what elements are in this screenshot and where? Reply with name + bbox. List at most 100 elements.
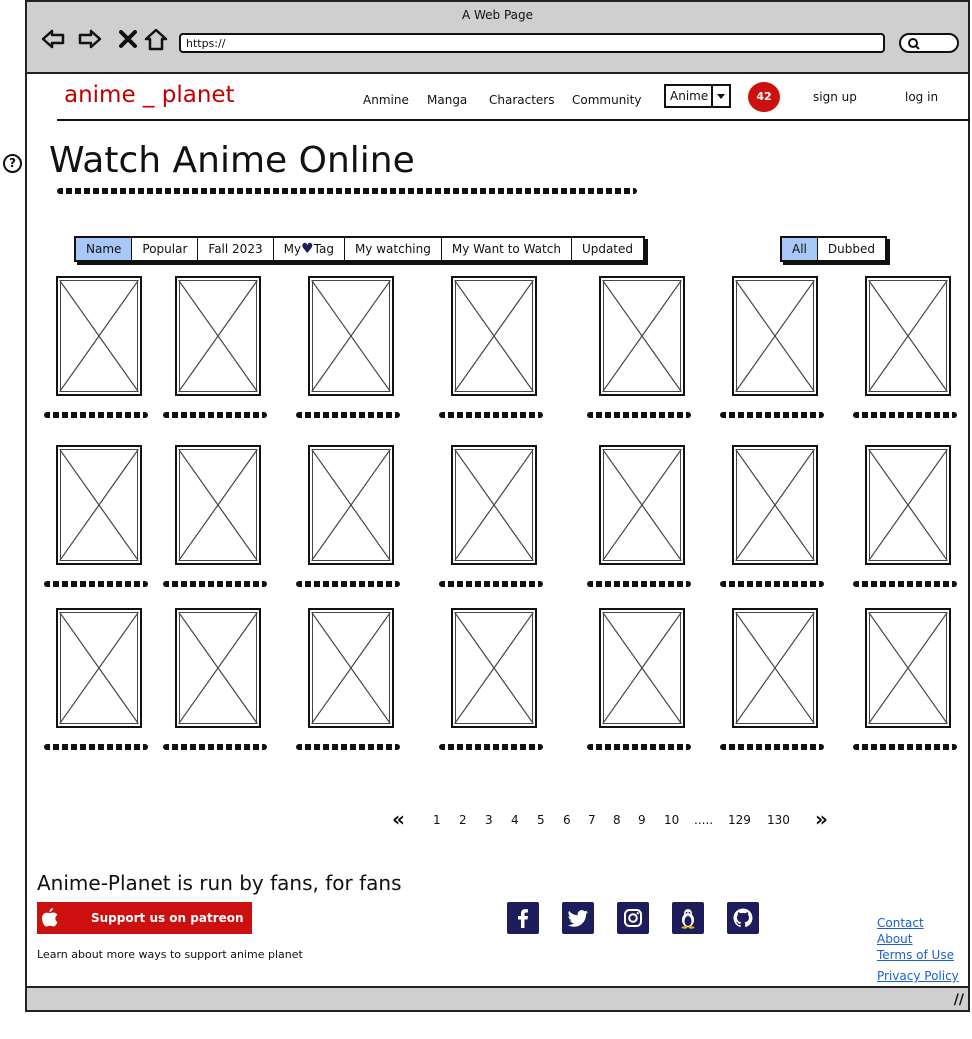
forward-icon[interactable]	[77, 26, 103, 52]
anime-card[interactable]	[720, 608, 824, 752]
twitter-icon[interactable]	[562, 902, 594, 934]
footer-link-about[interactable]: About	[877, 932, 912, 946]
anime-card[interactable]	[587, 276, 691, 420]
home-icon[interactable]	[143, 26, 169, 52]
anime-title-scribble[interactable]	[296, 744, 400, 750]
anime-card[interactable]	[853, 445, 957, 589]
anime-card[interactable]	[720, 276, 824, 420]
nav-anime[interactable]: Anmine	[363, 93, 409, 107]
anime-title-scribble[interactable]	[163, 581, 267, 587]
log-in-link[interactable]: log in	[905, 90, 938, 104]
anime-title-scribble[interactable]	[720, 412, 824, 418]
resize-grip-icon[interactable]: //	[954, 992, 964, 1008]
anime-poster-placeholder[interactable]	[865, 608, 951, 728]
anime-poster-placeholder[interactable]	[451, 445, 537, 565]
anime-card[interactable]	[163, 608, 267, 752]
anime-title-scribble[interactable]	[44, 744, 148, 750]
tab-updated[interactable]: Updated	[571, 238, 644, 260]
anime-poster-placeholder[interactable]	[308, 276, 394, 396]
anime-card[interactable]	[163, 445, 267, 589]
tab-fall-2023[interactable]: Fall 2023	[198, 238, 274, 260]
patreon-button[interactable]: Support us on patreon	[37, 902, 252, 934]
page-8[interactable]: 8	[613, 813, 621, 827]
tab-popular[interactable]: Popular	[132, 238, 199, 260]
filter-all[interactable]: All	[782, 238, 818, 260]
anime-poster-placeholder[interactable]	[599, 276, 685, 396]
site-logo[interactable]: anime _ planet	[64, 82, 235, 108]
anime-card[interactable]	[296, 608, 400, 752]
media-type-select[interactable]: Anime	[664, 84, 731, 108]
page-2[interactable]: 2	[459, 813, 467, 827]
page-4[interactable]: 4	[511, 813, 519, 827]
linux-icon[interactable]	[672, 902, 704, 934]
anime-poster-placeholder[interactable]	[308, 445, 394, 565]
anime-title-scribble[interactable]	[587, 744, 691, 750]
anime-poster-placeholder[interactable]	[732, 608, 818, 728]
anime-title-scribble[interactable]	[163, 744, 267, 750]
anime-poster-placeholder[interactable]	[865, 276, 951, 396]
anime-poster-placeholder[interactable]	[175, 445, 261, 565]
anime-title-scribble[interactable]	[163, 412, 267, 418]
chevron-down-icon[interactable]	[711, 86, 729, 106]
anime-title-scribble[interactable]	[44, 412, 148, 418]
facebook-icon[interactable]	[507, 902, 539, 934]
page-7[interactable]: 7	[588, 813, 596, 827]
page-1[interactable]: 1	[433, 813, 441, 827]
github-icon[interactable]	[727, 902, 759, 934]
help-icon[interactable]: ?	[3, 154, 22, 173]
instagram-icon[interactable]	[617, 902, 649, 934]
anime-title-scribble[interactable]	[439, 744, 543, 750]
anime-poster-placeholder[interactable]	[599, 608, 685, 728]
anime-title-scribble[interactable]	[853, 581, 957, 587]
anime-title-scribble[interactable]	[439, 581, 543, 587]
anime-title-scribble[interactable]	[439, 412, 543, 418]
anime-poster-placeholder[interactable]	[56, 608, 142, 728]
prev-page-button[interactable]: «	[392, 807, 405, 831]
anime-card[interactable]	[720, 445, 824, 589]
page-129[interactable]: 129	[728, 813, 751, 827]
footer-link-privacy[interactable]: Privacy Policy	[877, 969, 959, 983]
filter-dubbed[interactable]: Dubbed	[817, 238, 885, 260]
anime-card[interactable]	[44, 276, 148, 420]
nav-characters[interactable]: Characters	[489, 93, 555, 107]
page-130[interactable]: 130	[767, 813, 790, 827]
anime-card[interactable]	[439, 445, 543, 589]
anime-poster-placeholder[interactable]	[599, 445, 685, 565]
anime-poster-placeholder[interactable]	[308, 608, 394, 728]
anime-card[interactable]	[44, 445, 148, 589]
tab-my-want-to-watch[interactable]: My Want to Watch	[441, 238, 572, 260]
anime-poster-placeholder[interactable]	[175, 608, 261, 728]
footer-link-terms[interactable]: Terms of Use	[877, 948, 954, 962]
tab-name[interactable]: Name	[76, 238, 133, 260]
stop-icon[interactable]	[115, 26, 141, 52]
anime-card[interactable]	[296, 445, 400, 589]
anime-title-scribble[interactable]	[296, 581, 400, 587]
footer-link-contact[interactable]: Contact	[877, 916, 924, 930]
tab-my-watching[interactable]: My watching	[344, 238, 442, 260]
anime-title-scribble[interactable]	[296, 412, 400, 418]
anime-card[interactable]	[439, 276, 543, 420]
anime-title-scribble[interactable]	[587, 581, 691, 587]
anime-card[interactable]	[296, 276, 400, 420]
anime-poster-placeholder[interactable]	[56, 445, 142, 565]
notification-badge[interactable]: 42	[748, 82, 780, 112]
nav-manga[interactable]: Manga	[427, 93, 467, 107]
anime-card[interactable]	[439, 608, 543, 752]
anime-card[interactable]	[853, 276, 957, 420]
anime-card[interactable]	[853, 608, 957, 752]
page-3[interactable]: 3	[485, 813, 493, 827]
tab-my-tag[interactable]: My♥Tag	[273, 238, 345, 260]
anime-title-scribble[interactable]	[587, 412, 691, 418]
sign-up-link[interactable]: sign up	[813, 90, 857, 104]
anime-poster-placeholder[interactable]	[451, 276, 537, 396]
anime-title-scribble[interactable]	[853, 412, 957, 418]
anime-poster-placeholder[interactable]	[732, 276, 818, 396]
anime-title-scribble[interactable]	[720, 581, 824, 587]
anime-poster-placeholder[interactable]	[865, 445, 951, 565]
back-icon[interactable]	[40, 26, 66, 52]
browser-search-field[interactable]	[899, 33, 959, 53]
next-page-button[interactable]: »	[815, 807, 828, 831]
page-9[interactable]: 9	[638, 813, 646, 827]
anime-title-scribble[interactable]	[853, 744, 957, 750]
page-5[interactable]: 5	[537, 813, 545, 827]
